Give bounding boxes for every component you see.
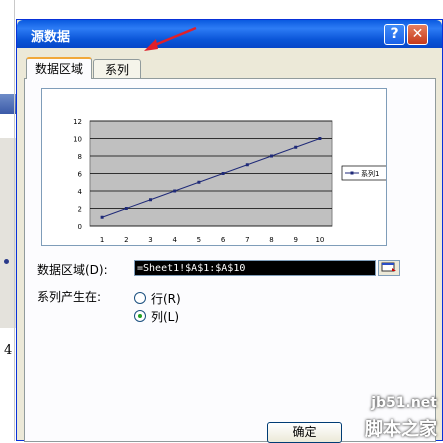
radio-column[interactable] bbox=[134, 310, 146, 322]
radio-row-label: 行(R) bbox=[151, 292, 181, 306]
source-data-dialog: 源数据 ? ✕ 数据区域 系列 0 2 4 6 8 10 12 1 2 3 4 5 6 7 8 9 10 系列1 … bbox=[16, 19, 443, 443]
data-point bbox=[221, 172, 225, 175]
watermark: jb51.net 脚本之家 bbox=[327, 395, 439, 441]
y-tick-label: 4 bbox=[78, 188, 83, 196]
dialog-title: 源数据 bbox=[31, 30, 71, 45]
spreadsheet-chart-marker bbox=[4, 259, 9, 264]
spreadsheet-cell-value: 4 bbox=[4, 343, 13, 358]
series-in-label: 系列产生在: bbox=[37, 290, 102, 304]
watermark-text: 脚本之家 bbox=[365, 419, 437, 440]
chart-svg: 0246810121 2 3 4 5 6 7 8 9 10系列1 bbox=[73, 118, 386, 244]
close-button[interactable]: ✕ bbox=[407, 24, 428, 45]
x-tick-label: 7 bbox=[245, 236, 249, 244]
x-tick-label: 3 bbox=[148, 236, 152, 244]
collapse-range-button[interactable] bbox=[378, 260, 400, 276]
radio-column-label: 列(L) bbox=[151, 310, 180, 324]
dialog-titlebar[interactable]: 源数据 ? ✕ bbox=[17, 20, 442, 48]
legend-label: 系列1 bbox=[361, 169, 379, 178]
watermark-url: jb51.net bbox=[371, 395, 437, 411]
chart-preview: 0 2 4 6 8 10 12 1 2 3 4 5 6 7 8 9 10 系列1 bbox=[41, 88, 387, 246]
collapse-dialog-icon bbox=[381, 262, 396, 272]
data-point bbox=[124, 207, 128, 210]
y-tick-label: 6 bbox=[78, 171, 83, 179]
y-tick-label: 10 bbox=[73, 136, 82, 144]
x-tick-label: 6 bbox=[221, 236, 226, 244]
data-point bbox=[197, 180, 201, 184]
tab-data-range[interactable]: 数据区域 bbox=[26, 57, 92, 79]
data-point bbox=[100, 215, 104, 219]
y-tick-label: 2 bbox=[78, 206, 82, 214]
x-tick-label: 1 bbox=[100, 236, 104, 244]
y-tick-label: 0 bbox=[78, 223, 82, 231]
x-tick-label: 5 bbox=[197, 236, 201, 244]
help-button[interactable]: ? bbox=[384, 24, 405, 45]
x-tick-label: 9 bbox=[293, 236, 297, 244]
data-point bbox=[318, 137, 322, 140]
tab-series[interactable]: 系列 bbox=[93, 59, 141, 79]
radio-row[interactable] bbox=[134, 292, 146, 304]
data-point bbox=[270, 154, 273, 158]
x-tick-label: 2 bbox=[124, 236, 128, 244]
data-point bbox=[245, 163, 249, 167]
x-tick-label: 10 bbox=[315, 236, 324, 244]
data-point bbox=[149, 198, 152, 202]
spreadsheet-gridline bbox=[14, 0, 15, 441]
data-point bbox=[173, 189, 177, 193]
y-tick-label: 12 bbox=[73, 118, 82, 126]
y-tick-label: 8 bbox=[78, 153, 82, 161]
data-range-input[interactable]: =Sheet1!$A$1:$A$10 bbox=[134, 260, 376, 276]
red-arrow-annotation bbox=[144, 26, 197, 51]
data-point bbox=[294, 145, 298, 149]
x-tick-label: 8 bbox=[269, 236, 273, 244]
data-range-label: 数据区域(D): bbox=[37, 263, 108, 277]
legend-marker bbox=[350, 171, 354, 175]
x-tick-label: 4 bbox=[172, 236, 177, 244]
